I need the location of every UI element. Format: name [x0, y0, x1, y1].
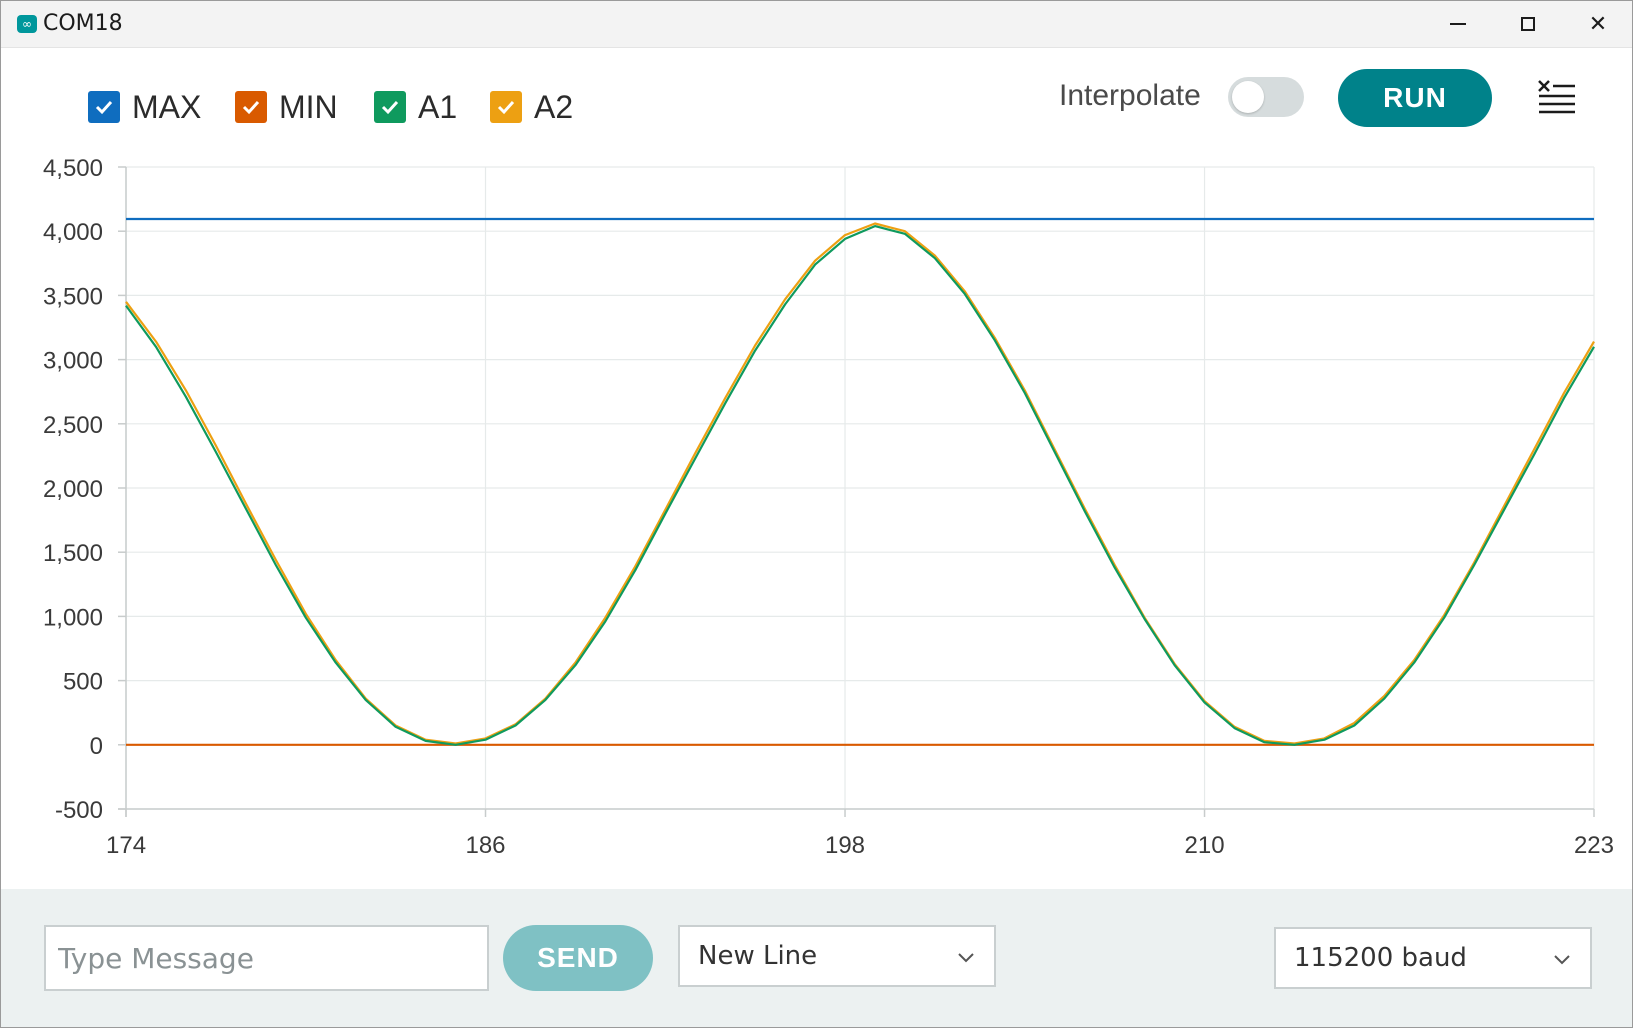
baud-rate-select[interactable]: 115200 baud: [1274, 927, 1592, 989]
x-tick-label: 198: [825, 832, 865, 859]
series-line-a2: [125, 222, 1595, 745]
y-tick-label: 2,500: [43, 412, 103, 439]
plot-area: 4,500 4,000 3,500 3,000 2,500 2,000 1,500 1,000…: [1, 151, 1632, 889]
checkmark-icon: [95, 100, 113, 115]
run-button[interactable]: RUN: [1338, 69, 1492, 127]
y-tick-label: 1,500: [43, 540, 103, 567]
arduino-infinity-icon: ∞: [17, 15, 37, 33]
y-tick-label: 0: [90, 733, 103, 760]
y-tick-label: 500: [63, 669, 103, 696]
close-button[interactable]: ✕: [1565, 1, 1631, 47]
close-icon: ✕: [1588, 11, 1608, 37]
chevron-down-icon: [958, 953, 974, 963]
minimize-button[interactable]: [1425, 1, 1491, 47]
y-tick-label: 4,000: [43, 219, 103, 246]
maximize-button[interactable]: [1495, 1, 1561, 47]
toggle-knob: [1232, 81, 1264, 113]
legend-checkbox[interactable]: [88, 91, 120, 123]
legend-item-a1[interactable]: A1: [374, 87, 457, 127]
legend-label: A1: [418, 88, 458, 125]
plotter-toolbar: MAX MIN A1 A2 Interpolate RUN: [1, 47, 1632, 151]
checkmark-icon: [497, 100, 515, 115]
x-tick-label: 210: [1185, 832, 1225, 859]
line-chart: 4,500 4,000 3,500 3,000 2,500 2,000 1,500 1,000…: [43, 155, 1614, 859]
legend-checkbox[interactable]: [235, 91, 267, 123]
window-title: COM18: [43, 11, 123, 36]
interpolate-toggle[interactable]: [1228, 77, 1304, 117]
clear-list-icon[interactable]: [1537, 77, 1577, 117]
y-tick-label: 3,500: [43, 283, 103, 310]
baud-rate-value: 115200 baud: [1294, 943, 1467, 973]
serial-plotter-window: ∞ COM18 ✕ MAX MIN A1 A2 Interpolate RUN 4,5…: [0, 0, 1633, 1028]
legend-label: MIN: [279, 88, 338, 125]
y-tick-label: -500: [55, 797, 103, 824]
legend-label: A2: [534, 88, 574, 125]
x-tick-label: 174: [106, 832, 146, 859]
interpolate-label: Interpolate: [1059, 79, 1201, 112]
chevron-down-icon: [1554, 955, 1570, 965]
serial-input-bar: SEND New Line 115200 baud: [1, 889, 1632, 1027]
y-tick-label: 2,000: [43, 476, 103, 503]
line-ending-select[interactable]: New Line: [678, 925, 996, 987]
y-tick-label: 4,500: [43, 155, 103, 182]
line-ending-value: New Line: [698, 941, 818, 971]
legend-checkbox[interactable]: [374, 91, 406, 123]
x-tick-label: 186: [465, 832, 505, 859]
checkmark-icon: [242, 100, 260, 115]
legend-label: MAX: [132, 88, 202, 125]
send-button[interactable]: SEND: [503, 925, 653, 991]
y-tick-label: 1,000: [43, 604, 103, 631]
maximize-icon: [1521, 17, 1535, 31]
minimize-icon: [1450, 23, 1466, 25]
legend-item-max[interactable]: MAX: [88, 87, 201, 127]
checkmark-icon: [381, 100, 399, 115]
legend-item-a2[interactable]: A2: [490, 87, 573, 127]
y-tick-label: 3,000: [43, 348, 103, 375]
x-tick-label: 223: [1574, 832, 1614, 859]
legend-item-min[interactable]: MIN: [235, 87, 338, 127]
series-line-a1: [125, 224, 1595, 746]
message-input[interactable]: [44, 925, 489, 991]
legend-checkbox[interactable]: [490, 91, 522, 123]
title-bar: ∞ COM18 ✕: [1, 1, 1632, 48]
